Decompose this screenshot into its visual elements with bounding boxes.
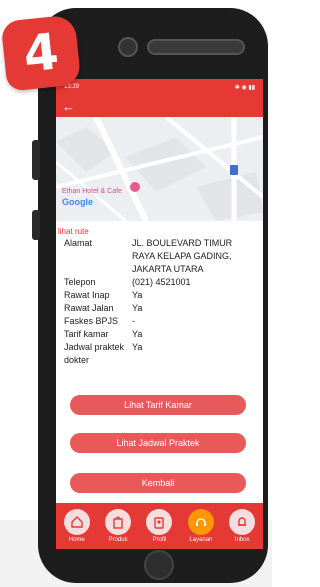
google-logo: Google bbox=[62, 197, 93, 207]
info-value: - bbox=[132, 316, 135, 326]
headset-icon bbox=[187, 509, 214, 535]
info-value: Ya bbox=[132, 303, 143, 313]
status-icons: ✱ ◉ ▮▮ bbox=[234, 84, 255, 91]
info-row: Alamat JL. BOULEVARD TIMUR RAYA KELAPA G… bbox=[64, 237, 254, 276]
nav-layanan-label: Layanan bbox=[189, 537, 213, 543]
nav-produk-label: Produk bbox=[108, 537, 128, 543]
route-link[interactable]: lihat rute bbox=[58, 227, 263, 236]
info-row: Jadwal praktek dokter Ya bbox=[64, 341, 254, 367]
info-label: Telepon bbox=[64, 277, 96, 287]
view-room-rates-button[interactable]: Lihat Tarif Kamar bbox=[70, 395, 246, 415]
status-bar: 13:29 ✱ ◉ ▮▮ bbox=[56, 79, 263, 95]
info-label: Alamat bbox=[64, 238, 93, 248]
front-camera bbox=[118, 37, 138, 57]
info-row: Tarif kamar Ya bbox=[64, 328, 254, 341]
info-label: Rawat Jalan bbox=[64, 303, 114, 313]
arrow-left-icon[interactable]: ← bbox=[62, 99, 75, 114]
view-schedule-button[interactable]: Lihat Jadwal Praktek bbox=[70, 433, 246, 453]
nav-home[interactable]: Home bbox=[63, 509, 90, 543]
info-value: JL. BOULEVARD TIMUR RAYA KELAPA GADING, … bbox=[132, 238, 233, 274]
info-label: Jadwal praktek dokter bbox=[64, 342, 125, 365]
info-row: Rawat Jalan Ya bbox=[64, 302, 254, 315]
info-value: Ya bbox=[132, 329, 143, 339]
shopping-bag-icon bbox=[105, 509, 132, 535]
map-view[interactable]: Ethan Hotel & Cafe Google bbox=[56, 117, 263, 221]
volume-button bbox=[32, 140, 40, 180]
nav-inbox[interactable]: Inbox bbox=[229, 509, 256, 543]
power-button bbox=[32, 210, 40, 240]
bottom-navigation: Home Produk Profil Layanan Inbox bbox=[56, 503, 263, 549]
step-badge: 4 bbox=[0, 14, 82, 92]
nav-profil[interactable]: Profil bbox=[146, 509, 173, 543]
info-row: Telepon (021) 4521001 bbox=[64, 276, 254, 289]
nav-home-label: Home bbox=[68, 537, 85, 543]
phone-screen: 13:29 ✱ ◉ ▮▮ ← Ethan Hotel & Cafe Google… bbox=[56, 79, 263, 549]
info-label: Rawat Inap bbox=[64, 290, 110, 300]
home-icon bbox=[63, 509, 90, 535]
info-row: Rawat Inap Ya bbox=[64, 289, 254, 302]
hospital-info: Alamat JL. BOULEVARD TIMUR RAYA KELAPA G… bbox=[64, 237, 254, 367]
step-number: 4 bbox=[20, 22, 62, 84]
nav-inbox-label: Inbox bbox=[234, 537, 250, 543]
info-label: Faskes BPJS bbox=[64, 316, 119, 326]
map-pin-icon[interactable] bbox=[130, 182, 140, 192]
info-label: Tarif kamar bbox=[64, 329, 109, 339]
profile-icon bbox=[146, 509, 173, 535]
info-value: (021) 4521001 bbox=[132, 277, 191, 287]
bell-icon bbox=[229, 509, 256, 535]
map-place-label: Ethan Hotel & Cafe bbox=[62, 188, 122, 195]
phone-home-button bbox=[144, 550, 174, 580]
app-bar: ← bbox=[56, 95, 263, 117]
nav-profil-label: Profil bbox=[152, 537, 167, 543]
back-button[interactable]: Kembali bbox=[70, 473, 246, 493]
nav-produk[interactable]: Produk bbox=[105, 509, 132, 543]
info-value: Ya bbox=[132, 342, 143, 352]
info-row: Faskes BPJS - bbox=[64, 315, 254, 328]
nav-layanan[interactable]: Layanan bbox=[187, 509, 214, 543]
info-value: Ya bbox=[132, 290, 143, 300]
speaker-grille bbox=[147, 39, 245, 55]
